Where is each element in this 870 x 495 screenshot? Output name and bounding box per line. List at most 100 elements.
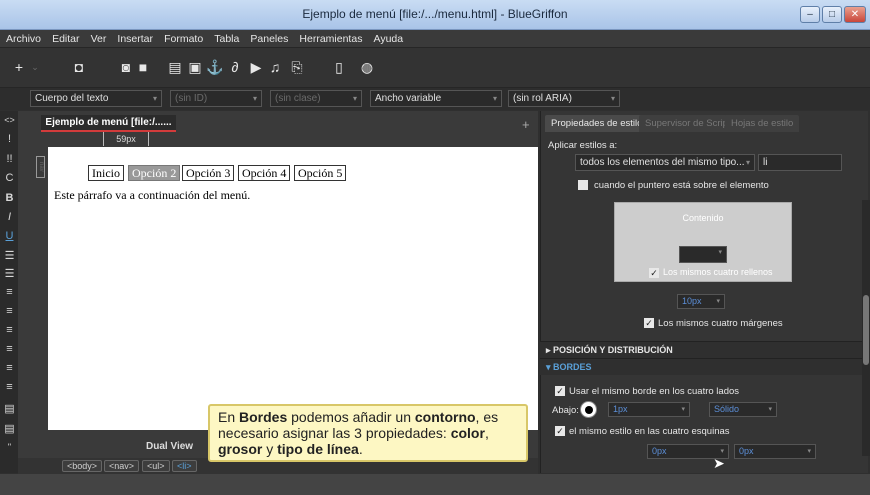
chevron-down-icon: ▾ xyxy=(152,94,157,103)
document-icon[interactable]: ▯ xyxy=(330,58,348,76)
block-left-icon[interactable]: ▤ xyxy=(3,402,16,415)
indent-icon[interactable]: ≡ xyxy=(3,305,16,317)
callout-text: , xyxy=(484,425,489,441)
aria-select[interactable]: (sin rol ARIA) ▾ xyxy=(508,90,620,107)
menu-item-opcion-5[interactable]: Opción 5 xyxy=(294,165,347,181)
document-canvas[interactable]: nav Inicio Opción 2 Opción 3 Opción 4 Op… xyxy=(36,147,538,430)
code-icon[interactable]: C xyxy=(3,172,16,184)
table-icon[interactable]: ▤ xyxy=(166,58,184,76)
box-model-diagram: Contenido ▾ ✓ Los mismos cuatro rellenos xyxy=(614,202,792,282)
same-padding-label: Los mismos cuatro rellenos xyxy=(663,267,773,277)
align-right-icon[interactable]: ≡ xyxy=(3,362,16,374)
chevron-down-icon: ▾ xyxy=(716,298,720,305)
save-icon[interactable]: ◙ xyxy=(117,58,135,76)
quote-icon[interactable]: !! xyxy=(3,153,16,165)
same-border-checkbox[interactable]: ✓ xyxy=(555,386,565,396)
underline-icon[interactable]: U xyxy=(3,230,16,242)
add-tab-icon[interactable]: + xyxy=(522,117,530,132)
breadcrumb-nav[interactable]: <nav> xyxy=(104,460,140,472)
dual-view-button[interactable]: Dual View xyxy=(146,441,193,452)
paragraph-style-select[interactable]: Cuerpo del texto ▾ xyxy=(30,90,162,107)
outdent-icon[interactable]: ≡ xyxy=(3,286,16,298)
menu-ver[interactable]: Ver xyxy=(91,30,107,48)
tab-stylesheets[interactable]: Hojas de estilo xyxy=(725,115,800,132)
section-borders-label: BORDES xyxy=(553,362,592,372)
menu-item-opcion-2[interactable]: Opción 2 xyxy=(128,165,181,181)
form-icon[interactable]: ⎘ xyxy=(288,58,306,76)
class-select[interactable]: (sin clase) ▾ xyxy=(270,90,362,107)
image-icon[interactable]: ▣ xyxy=(186,58,204,76)
hover-checkbox[interactable] xyxy=(578,180,588,190)
same-padding-checkbox[interactable]: ✓ xyxy=(649,268,659,278)
format-bar: Cuerpo del texto ▾ (sin ID) ▾ (sin clase) ▾… xyxy=(0,88,870,110)
menu-formato[interactable]: Formato xyxy=(164,30,203,48)
menu-item-inicio[interactable]: Inicio xyxy=(88,165,124,181)
chevron-down-icon: ▾ xyxy=(352,94,357,103)
align-center-icon[interactable]: ≡ xyxy=(3,343,16,355)
menu-paneles[interactable]: Paneles xyxy=(250,30,288,48)
menu-editar[interactable]: Editar xyxy=(52,30,79,48)
width-select[interactable]: Ancho variable ▾ xyxy=(370,90,502,107)
formatting-sidebar: <> ! !! C B I U ☰ ☰ ≡ ≡ ≡ ≡ ≡ ≡ ▤ ▤ " xyxy=(0,111,18,473)
apply-styles-value: todos los elementos del mismo tipo... xyxy=(580,157,745,168)
open-icon[interactable]: ◘ xyxy=(70,58,88,76)
block-right-icon[interactable]: ▤ xyxy=(3,422,16,435)
important-icon[interactable]: ! xyxy=(3,133,16,145)
border-color-picker[interactable] xyxy=(580,401,597,418)
chevron-down-icon: ▾ xyxy=(768,406,772,413)
menu-archivo[interactable]: Archivo xyxy=(6,30,41,48)
bottom-border-label: Abajo: xyxy=(552,405,579,416)
breadcrumb-body[interactable]: <body> xyxy=(62,460,103,472)
apply-styles-select[interactable]: todos los elementos del mismo tipo... ▾ xyxy=(575,154,755,171)
minimize-button[interactable]: – xyxy=(800,6,820,23)
content-label: Contenido xyxy=(682,213,724,223)
scrollbar-thumb[interactable] xyxy=(863,295,869,365)
chevron-down-icon[interactable]: ⌄ xyxy=(26,58,44,76)
bold-icon[interactable]: B xyxy=(3,192,16,204)
chevron-right-icon: ▸ xyxy=(546,345,554,355)
menu-insertar[interactable]: Insertar xyxy=(117,30,153,48)
menu-tabla[interactable]: Tabla xyxy=(214,30,239,48)
source-icon[interactable]: <> xyxy=(3,115,16,125)
globe-icon[interactable]: ◍ xyxy=(358,58,376,76)
chevron-down-icon: ▾ xyxy=(718,249,722,256)
section-borders[interactable]: ▾ BORDES xyxy=(540,358,868,375)
anchor-icon[interactable]: ⚓ xyxy=(206,58,224,76)
paragraph-text[interactable]: Este párrafo va a continuación del menú. xyxy=(54,188,250,203)
breadcrumb-ul[interactable]: <ul> xyxy=(142,460,170,472)
hover-label: cuando el puntero está sobre el elemento xyxy=(594,180,769,191)
ordered-list-icon[interactable]: ☰ xyxy=(3,267,16,280)
italic-icon[interactable]: I xyxy=(3,211,16,223)
audio-icon[interactable]: ♫ xyxy=(266,58,284,76)
apply-styles-label: Aplicar estilos a: xyxy=(548,140,618,151)
maximize-button[interactable]: □ xyxy=(822,6,842,23)
menu-herramientas[interactable]: Herramientas xyxy=(299,30,362,48)
align-left-icon[interactable]: ≡ xyxy=(3,324,16,336)
corner-radius-2-select[interactable]: 0px ▾ xyxy=(734,444,816,459)
justify-icon[interactable]: ≡ xyxy=(3,381,16,393)
same-corners-checkbox[interactable]: ✓ xyxy=(555,426,565,436)
selector-value: li xyxy=(763,157,768,168)
callout-text: podemos añadir un xyxy=(287,409,415,425)
same-margins-checkbox[interactable]: ✓ xyxy=(644,318,654,328)
border-style-select[interactable]: Sólido ▾ xyxy=(709,402,777,417)
close-button[interactable]: ✕ xyxy=(844,6,866,23)
more-icon[interactable]: " xyxy=(3,442,16,452)
menu-item-opcion-3[interactable]: Opción 3 xyxy=(182,165,235,181)
section-position[interactable]: ▸ POSICIÓN Y DISTRIBUCIÓN xyxy=(540,341,868,358)
document-tab[interactable]: Ejemplo de menú [file:/...... xyxy=(41,115,176,132)
callout-bold-tipo: tipo de línea xyxy=(277,441,359,457)
id-select[interactable]: (sin ID) ▾ xyxy=(170,90,262,107)
link-icon[interactable]: ∂ xyxy=(226,58,244,76)
stop-icon[interactable]: ■ xyxy=(134,58,152,76)
margin-select[interactable]: 10px ▾ xyxy=(677,294,725,309)
video-icon[interactable]: ▶ xyxy=(247,58,265,76)
selector-field[interactable]: li xyxy=(758,154,842,171)
menu-ayuda[interactable]: Ayuda xyxy=(374,30,404,48)
padding-select[interactable]: ▾ xyxy=(679,246,727,263)
menu-item-opcion-4[interactable]: Opción 4 xyxy=(238,165,291,181)
unordered-list-icon[interactable]: ☰ xyxy=(3,249,16,262)
tab-style-properties[interactable]: Propiedades de estilo xyxy=(545,115,649,132)
breadcrumb-li[interactable]: <li> xyxy=(172,460,197,472)
border-width-select[interactable]: 1px ▾ xyxy=(608,402,690,417)
